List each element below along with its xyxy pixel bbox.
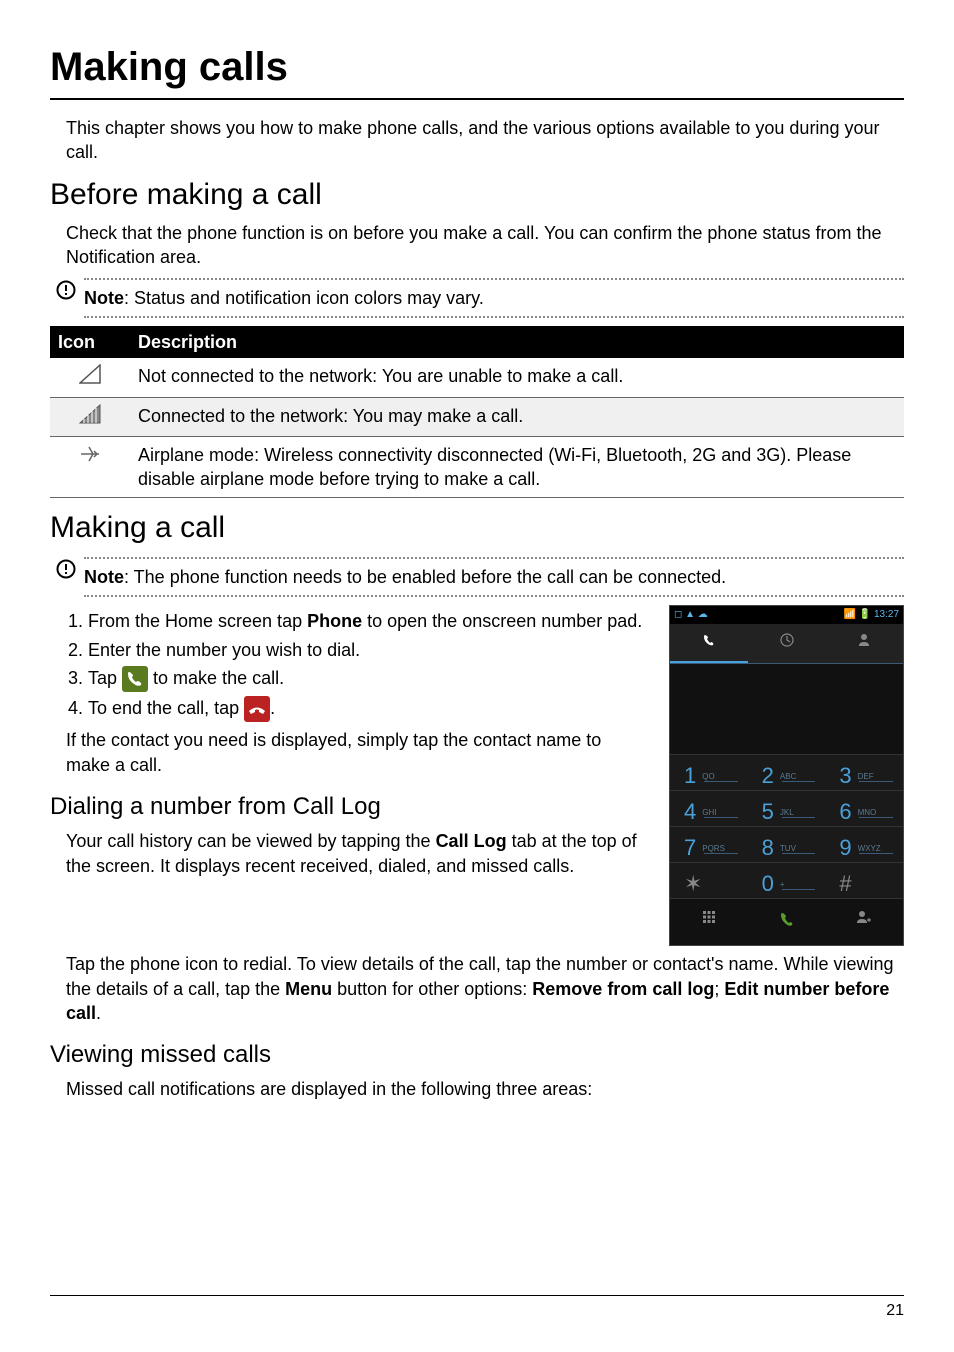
- row-desc: Connected to the network: You may make a…: [130, 397, 904, 436]
- page-footer: 21: [50, 1295, 904, 1322]
- note-block: Note: The phone function needs to be ena…: [50, 557, 904, 597]
- step-item: From the Home screen tap Phone to open t…: [88, 609, 649, 633]
- note-label: Note: [84, 288, 124, 308]
- step-item: To end the call, tap .: [88, 696, 649, 722]
- key-0[interactable]: 0+: [748, 862, 826, 898]
- alert-icon: [56, 280, 76, 306]
- missed-heading: Viewing missed calls: [50, 1039, 904, 1071]
- statusbar-right: 📶 🔋 13:27: [844, 608, 899, 622]
- row-desc: Not connected to the network: You are un…: [130, 358, 904, 397]
- tab-contacts[interactable]: [825, 624, 903, 663]
- table-row: Airplane mode: Wireless connectivity dis…: [50, 436, 904, 498]
- col-icon-header: Icon: [50, 326, 130, 358]
- tab-dialer[interactable]: [670, 624, 748, 663]
- intro-text: This chapter shows you how to make phone…: [66, 116, 904, 165]
- key-3[interactable]: 3DEF: [825, 754, 903, 790]
- key-7[interactable]: 7PQRS: [670, 826, 748, 862]
- note-block: Note: Status and notification icon color…: [50, 278, 904, 318]
- signal-full-icon: [50, 397, 130, 436]
- note-text: : Status and notification icon colors ma…: [124, 288, 484, 308]
- key-1[interactable]: 1QO: [670, 754, 748, 790]
- key-hash[interactable]: #: [825, 862, 903, 898]
- dialing-heading: Dialing a number from Call Log: [50, 791, 649, 823]
- keypad: 1QO 2ABC 3DEF 4GHI 5JKL 6MNO 7PQRS 8TUV …: [670, 754, 903, 898]
- before-heading: Before making a call: [50, 175, 904, 216]
- phone-screenshot: ◻ ▲ ☁ 📶 🔋 13:27 1QO 2ABC 3DEF 4GHI 5JKL …: [669, 605, 904, 946]
- icon-table: Icon Description Not connected to the ne…: [50, 326, 904, 498]
- alert-icon: [56, 559, 76, 585]
- dialing-p2: Tap the phone icon to redial. To view de…: [66, 952, 904, 1025]
- tab-recent[interactable]: [748, 624, 826, 663]
- missed-text: Missed call notifications are displayed …: [66, 1077, 904, 1101]
- key-5[interactable]: 5JKL: [748, 790, 826, 826]
- key-2[interactable]: 2ABC: [748, 754, 826, 790]
- row-desc: Airplane mode: Wireless connectivity dis…: [130, 436, 904, 498]
- note-text: : The phone function needs to be enabled…: [124, 567, 726, 587]
- step-item: Tap to make the call.: [88, 666, 649, 692]
- key-9[interactable]: 9WXYZ: [825, 826, 903, 862]
- page-number: 21: [886, 1302, 904, 1319]
- page-title: Making calls: [50, 40, 904, 100]
- key-8[interactable]: 8TUV: [748, 826, 826, 862]
- statusbar-left: ◻ ▲ ☁: [674, 608, 708, 622]
- before-text: Check that the phone function is on befo…: [66, 221, 904, 270]
- call-icon: [122, 666, 148, 692]
- signal-empty-icon: [50, 358, 130, 397]
- dialing-p1: Your call history can be viewed by tappi…: [66, 829, 649, 878]
- step-item: Enter the number you wish to dial.: [88, 638, 649, 662]
- key-4[interactable]: 4GHI: [670, 790, 748, 826]
- steps-list: From the Home screen tap Phone to open t…: [66, 609, 649, 722]
- call-button[interactable]: [748, 899, 826, 946]
- airplane-icon: [50, 436, 130, 498]
- end-call-icon: [244, 696, 270, 722]
- grid-button[interactable]: [670, 899, 748, 946]
- table-row: Not connected to the network: You are un…: [50, 358, 904, 397]
- making-heading: Making a call: [50, 508, 904, 549]
- key-star[interactable]: ✶: [670, 862, 748, 898]
- note-label: Note: [84, 567, 124, 587]
- table-row: Connected to the network: You may make a…: [50, 397, 904, 436]
- key-6[interactable]: 6MNO: [825, 790, 903, 826]
- col-desc-header: Description: [130, 326, 904, 358]
- contact-text: If the contact you need is displayed, si…: [66, 728, 649, 777]
- add-contact-button[interactable]: [825, 899, 903, 946]
- dial-display: [670, 664, 903, 754]
